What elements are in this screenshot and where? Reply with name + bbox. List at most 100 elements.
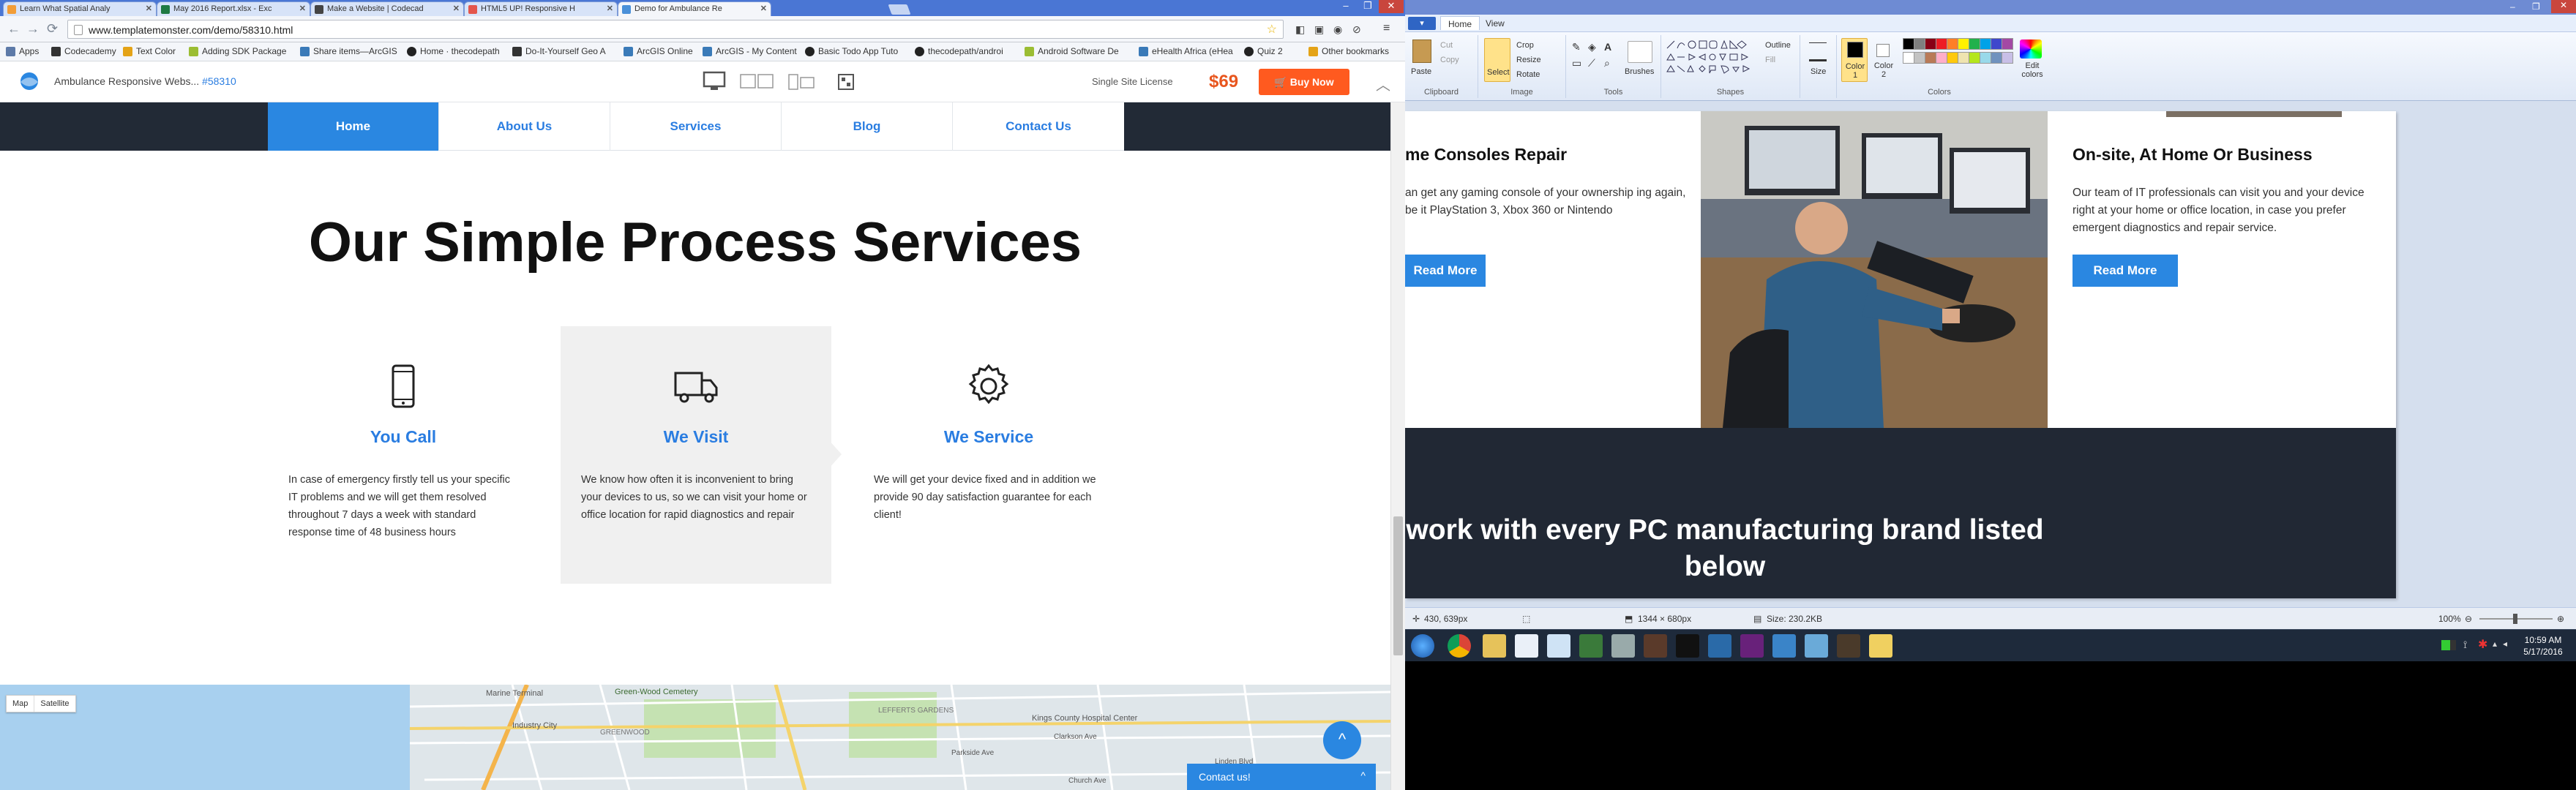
shapes-gallery[interactable]	[1666, 38, 1761, 82]
chrome-icon[interactable]	[1448, 634, 1471, 658]
color-swatch[interactable]	[1914, 52, 1925, 64]
color-swatch[interactable]	[1925, 38, 1936, 50]
color-picker-icon[interactable]: ⟋	[1588, 57, 1595, 69]
bookmark-item[interactable]: Adding SDK Package	[189, 46, 286, 56]
new-tab-button[interactable]	[888, 4, 911, 15]
color-swatch[interactable]	[1991, 52, 2002, 64]
read-more-button[interactable]: Read More	[1405, 255, 1486, 287]
qr-code-icon[interactable]	[838, 74, 854, 90]
paint-canvas[interactable]: me Consoles Repair an get any gaming con…	[1405, 111, 2396, 598]
copy-button[interactable]: Copy	[1440, 56, 1459, 64]
bookmark-item[interactable]: thecodepath/androi	[915, 46, 1003, 56]
buy-now-button[interactable]: 🛒 Buy Now	[1259, 69, 1349, 95]
close-window-button[interactable]: ✕	[1379, 0, 1404, 13]
address-bar[interactable]: www.templatemonster.com/demo/58310.html …	[67, 20, 1284, 39]
bookmark-item[interactable]: Quiz 2	[1244, 46, 1283, 56]
browser-tab-5[interactable]: Demo for Ambulance Re ✕	[618, 1, 771, 16]
bookmark-item[interactable]: Codecademy	[51, 46, 116, 56]
extension-icon[interactable]: ◉	[1333, 23, 1342, 36]
chevron-up-icon[interactable]: ︿	[1376, 73, 1390, 94]
network-icon[interactable]	[1708, 634, 1731, 658]
browser-tab-2[interactable]: May 2016 Report.xlsx - Exc ✕	[157, 1, 310, 16]
nav-home[interactable]: Home	[268, 102, 439, 151]
browser-tab-1[interactable]: Learn What Spatial Analy ✕	[3, 1, 157, 16]
outline-dropdown[interactable]: Outline	[1765, 41, 1791, 50]
visual-studio-icon[interactable]	[1740, 634, 1764, 658]
nav-blog[interactable]: Blog	[782, 102, 953, 151]
rotate-button[interactable]: Rotate	[1516, 70, 1540, 79]
color-swatch[interactable]	[1980, 38, 1991, 50]
google-map[interactable]: Marine Terminal Green-Wood Cemetery Indu…	[0, 685, 1390, 790]
read-more-button[interactable]: Read More	[2073, 255, 2178, 287]
color-swatch[interactable]	[2002, 52, 2013, 64]
color-swatch[interactable]	[1969, 52, 1980, 64]
windows-start-icon[interactable]	[1411, 634, 1434, 658]
contact-us-widget[interactable]: Contact us! ^	[1187, 764, 1376, 790]
text-icon[interactable]: A	[1604, 41, 1611, 53]
minimize-button[interactable]: –	[1335, 0, 1357, 13]
color-swatch[interactable]	[1914, 38, 1925, 50]
map-type-map[interactable]: Map	[7, 696, 34, 712]
extension-icon[interactable]: ◧	[1295, 23, 1305, 36]
chevron-up-icon[interactable]: ▴	[2493, 639, 2497, 649]
eraser-icon[interactable]: ▭	[1572, 57, 1581, 69]
bookmark-item[interactable]: ArcGIS - My Content	[703, 46, 797, 56]
tab-view[interactable]: View	[1478, 18, 1512, 29]
system-clock[interactable]: 10:59 AM 5/17/2016	[2517, 634, 2569, 658]
license-select[interactable]: Single Site License	[1092, 76, 1173, 87]
fill-dropdown[interactable]: Fill	[1765, 56, 1775, 64]
desktop-icon[interactable]	[703, 71, 726, 90]
nav-about-us[interactable]: About Us	[439, 102, 610, 151]
folder-icon[interactable]	[1869, 634, 1892, 658]
bookmark-item[interactable]: Do-It-Yourself Geo A	[512, 46, 606, 56]
fill-icon[interactable]: ◈	[1588, 41, 1596, 53]
speaker-icon[interactable]: ◂	[2503, 639, 2507, 649]
media-icon[interactable]	[1644, 634, 1667, 658]
star-icon[interactable]: ☆	[1267, 22, 1277, 37]
browser-tab-3[interactable]: Make a Website | Codecad ✕	[310, 1, 464, 16]
tablet-landscape-icon[interactable]	[740, 74, 774, 89]
color-swatch[interactable]	[1947, 38, 1958, 50]
color-swatch[interactable]	[1925, 52, 1936, 64]
bookmark-item[interactable]: Home · thecodepath	[407, 46, 500, 56]
terminal-icon[interactable]	[1676, 634, 1699, 658]
color-swatch[interactable]	[2002, 38, 2013, 50]
bookmark-item[interactable]: ArcGIS Online	[624, 46, 693, 56]
scroll-to-top-button[interactable]: ^	[1323, 721, 1361, 759]
bookmark-item[interactable]: Share items—ArcGIS	[300, 46, 397, 56]
crop-button[interactable]: Crop	[1516, 41, 1534, 50]
app-icon[interactable]	[1579, 634, 1603, 658]
nav-services[interactable]: Services	[610, 102, 782, 151]
cut-button[interactable]: Cut	[1440, 41, 1453, 50]
pencil-icon[interactable]: ✎	[1572, 41, 1581, 53]
bookmark-item[interactable]: Text Color	[123, 46, 176, 56]
maximize-button[interactable]: ❐	[1357, 0, 1379, 13]
color-swatch[interactable]	[1958, 38, 1969, 50]
extension-icon[interactable]: ⊘	[1352, 23, 1361, 36]
bookmark-other[interactable]: Other bookmarks	[1308, 46, 1389, 56]
color-swatch[interactable]	[1903, 38, 1914, 50]
color-swatch[interactable]	[1936, 38, 1947, 50]
file-explorer-icon[interactable]	[1483, 634, 1506, 658]
bookmark-apps[interactable]: Apps	[6, 46, 39, 56]
close-icon[interactable]: ✕	[760, 4, 767, 13]
zoom-slider-thumb[interactable]	[2513, 614, 2517, 624]
color2-button[interactable]: Color 2	[1871, 38, 1897, 82]
color-swatch[interactable]	[1969, 38, 1980, 50]
app-tray-icon[interactable]: ✱	[2478, 637, 2487, 652]
image-viewer-icon[interactable]	[1837, 634, 1860, 658]
signal-icon[interactable]	[2441, 640, 2456, 650]
magnifier-icon[interactable]: ⌕	[1604, 57, 1610, 69]
paint-icon[interactable]	[1805, 634, 1828, 658]
zoom-in-icon[interactable]: ⊕	[2557, 614, 2564, 624]
chevron-up-icon[interactable]: ^	[1360, 770, 1366, 781]
sublime-icon[interactable]	[1772, 634, 1796, 658]
paint-file-menu[interactable]: ▾	[1408, 17, 1436, 30]
select-button[interactable]: Select	[1484, 38, 1510, 82]
browser-tab-4[interactable]: HTML5 UP! Responsive H ✕	[464, 1, 618, 16]
brushes-button[interactable]: Brushes	[1625, 67, 1654, 76]
color1-button[interactable]: Color 1	[1841, 38, 1868, 82]
close-icon[interactable]: ✕	[146, 4, 152, 13]
menu-icon[interactable]: ≡	[1383, 22, 1390, 35]
extension-icon[interactable]: ▣	[1314, 23, 1324, 36]
